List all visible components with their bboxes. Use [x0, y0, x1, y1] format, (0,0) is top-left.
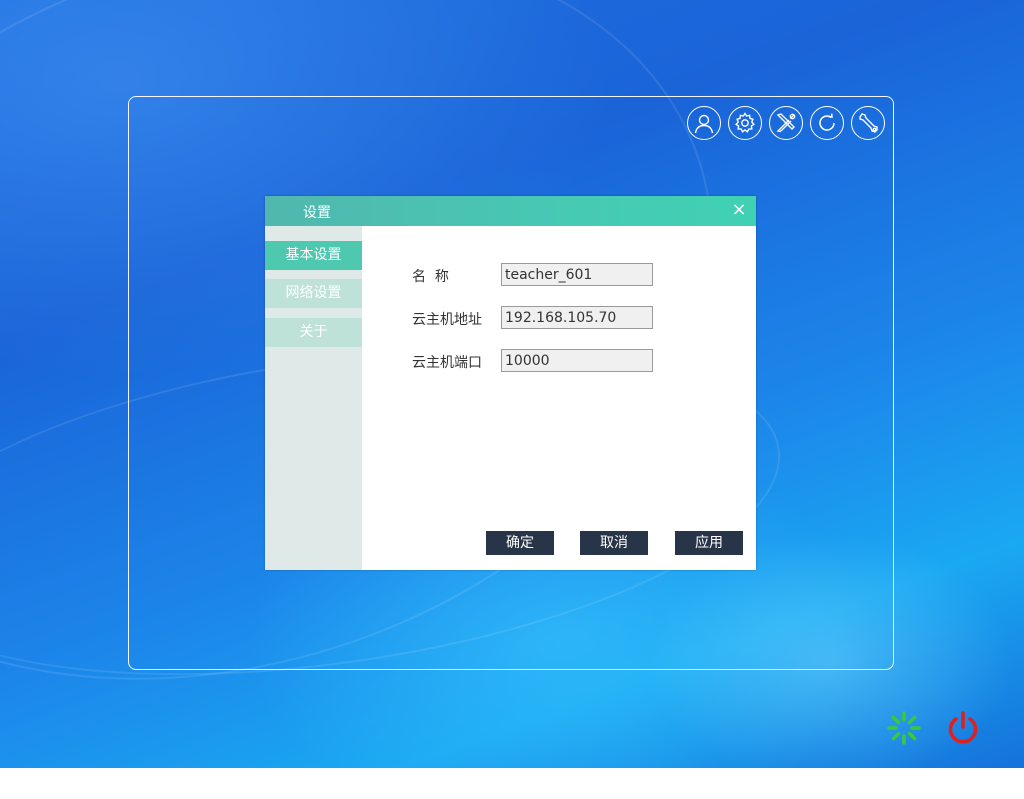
dialog-titlebar[interactable]: 设置 × — [265, 196, 756, 226]
host-address-field[interactable] — [501, 306, 653, 329]
loading-spinner-icon — [887, 711, 921, 745]
name-field[interactable] — [501, 263, 653, 286]
power-icon[interactable] — [945, 710, 981, 746]
host-port-label: 云主机端口 — [412, 355, 482, 371]
ok-button[interactable]: 确定 — [486, 531, 554, 555]
sidebar-item-about[interactable]: 关于 — [265, 318, 362, 347]
sidebar-item-basic-settings[interactable]: 基本设置 — [265, 241, 362, 270]
gear-icon[interactable] — [728, 106, 762, 140]
host-address-label: 云主机地址 — [412, 312, 482, 328]
close-icon[interactable]: × — [730, 201, 748, 219]
name-label: 名 称 — [412, 269, 449, 285]
cancel-button[interactable]: 取消 — [580, 531, 648, 555]
wrench-icon[interactable] — [851, 106, 885, 140]
sidebar-item-network-settings[interactable]: 网络设置 — [265, 279, 362, 308]
host-port-field[interactable] — [501, 349, 653, 372]
tools-icon[interactable] — [769, 106, 803, 140]
user-icon[interactable] — [687, 106, 721, 140]
settings-sidebar: 基本设置 网络设置 关于 — [265, 226, 362, 570]
settings-dialog: 设置 × 基本设置 网络设置 关于 名 称 云主机地址 云主机端口 确定 取消 … — [265, 196, 756, 570]
dialog-title: 设置 — [303, 205, 331, 221]
apply-button[interactable]: 应用 — [675, 531, 743, 555]
refresh-icon[interactable] — [810, 106, 844, 140]
